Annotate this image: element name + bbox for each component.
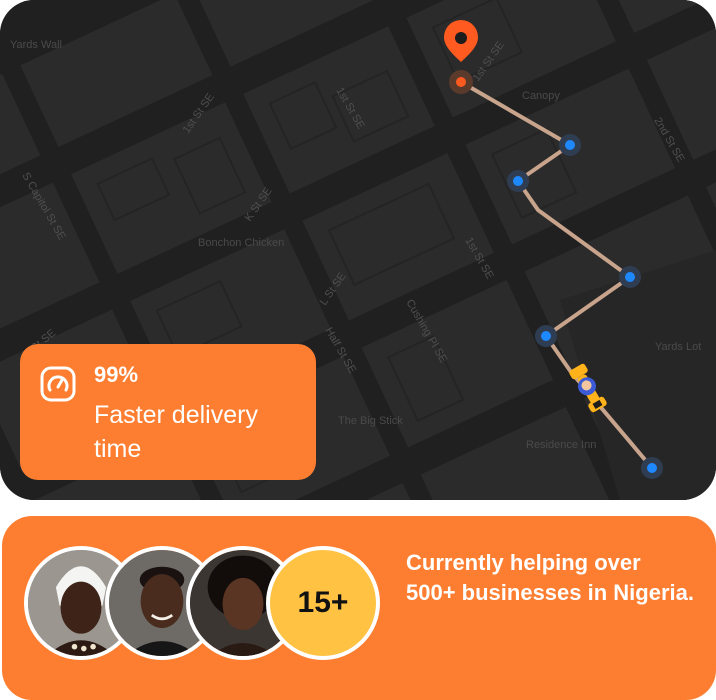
- poi-label: The Big Stick: [338, 415, 403, 427]
- waypoint[interactable]: [619, 266, 641, 288]
- banner-text: Currently helping over 500+ businesses i…: [406, 550, 694, 605]
- waypoint[interactable]: [559, 134, 581, 156]
- stat-value: 99%: [94, 362, 139, 387]
- poi-label: Canopy: [522, 90, 560, 102]
- poi-label: Yards Wall: [10, 39, 62, 51]
- stat-label: Faster delivery time: [94, 401, 258, 463]
- poi-label: Yards Lot: [655, 341, 701, 353]
- waypoint[interactable]: [507, 170, 529, 192]
- delivery-stat-card: 99% Faster delivery time: [20, 344, 316, 480]
- poi-label: Residence Inn: [526, 439, 596, 451]
- customer-count-badge: 15+: [266, 546, 380, 660]
- delivery-map[interactable]: 1st St SE 1st St SE 1st St SE 2nd St SE …: [0, 0, 716, 500]
- customers-banner: 15+ Currently helping over 500+ business…: [2, 516, 716, 700]
- waypoint[interactable]: [641, 457, 663, 479]
- speedometer-icon: [40, 366, 76, 402]
- poi-label: Bonchon Chicken: [198, 237, 284, 249]
- waypoint[interactable]: [535, 325, 557, 347]
- origin-marker-dot: [456, 77, 466, 87]
